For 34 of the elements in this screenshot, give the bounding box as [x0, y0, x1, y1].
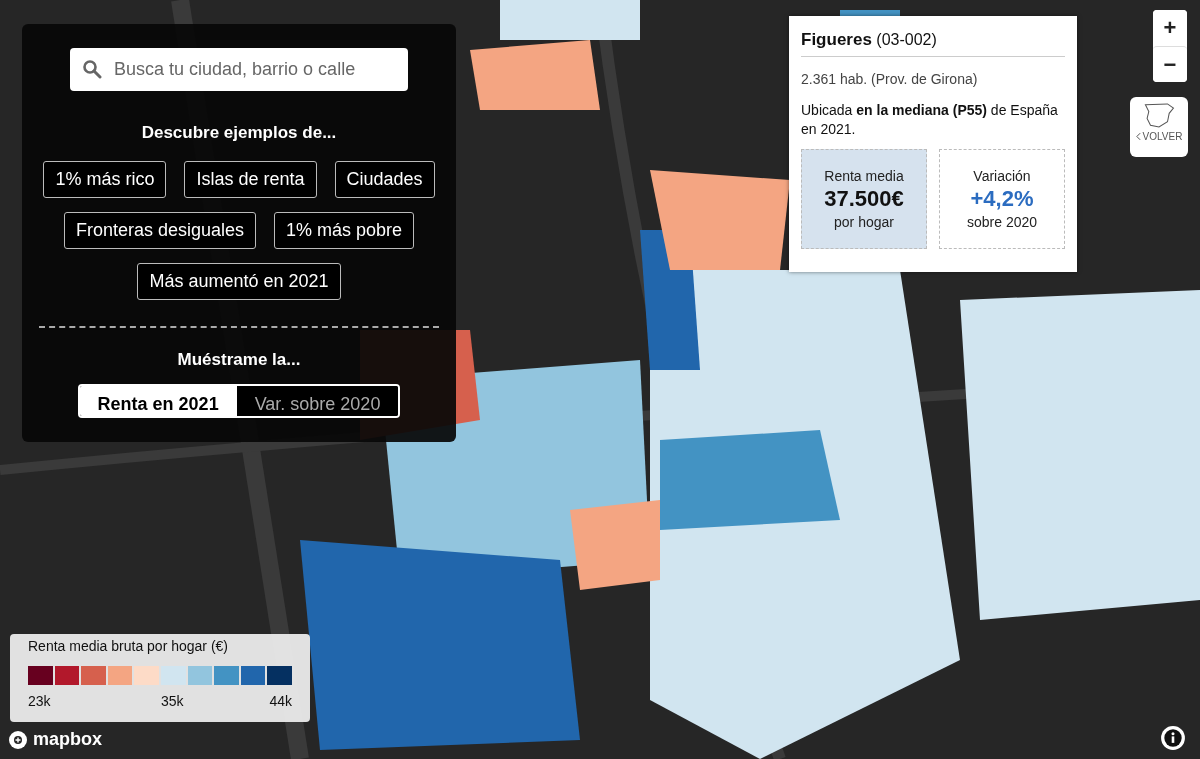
view-heading: Muéstrame la...: [177, 350, 301, 370]
logo-icon: [8, 729, 28, 750]
place-name: Figueres: [801, 30, 872, 49]
legend-tick: 35k: [161, 693, 184, 709]
logo-text: mapbox: [33, 729, 102, 750]
stat-value: +4,2%: [970, 185, 1034, 212]
legend-tick: 44k: [269, 693, 292, 709]
info-icon: [1160, 725, 1186, 751]
stat-value: 37.500€: [824, 185, 904, 212]
chevron-left-icon: [1135, 132, 1141, 141]
stat-note: por hogar: [834, 213, 894, 230]
stat-label: Renta media: [824, 167, 904, 184]
example-button[interactable]: Islas de renta: [184, 161, 317, 198]
example-button[interactable]: Más aumentó en 2021: [137, 263, 341, 300]
stat-note: sobre 2020: [966, 213, 1038, 230]
search-field[interactable]: Busca tu ciudad, barrio o calle: [70, 48, 408, 91]
stat-label: Variación: [973, 167, 1031, 184]
search-icon: [82, 59, 102, 79]
description-text: Ubicada en la mediana (P55) de España en 2021.: [801, 101, 1059, 139]
zoom-out-button[interactable]: −: [1153, 46, 1187, 82]
view-option[interactable]: Var. sobre 2020: [236, 386, 399, 416]
example-button[interactable]: Ciudades: [334, 161, 435, 198]
example-button[interactable]: Fronteras desiguales: [63, 212, 256, 249]
legend-tick: 23k: [28, 693, 51, 709]
legend-title: Renta media bruta por hogar (€): [28, 638, 229, 654]
info-button[interactable]: [1160, 725, 1186, 751]
back-button[interactable]: VOLVER: [1130, 97, 1188, 157]
view-option[interactable]: Renta en 2021: [79, 386, 237, 416]
population-text: 2.361 hab. (Prov. de Girona): [801, 71, 979, 87]
country-map-icon: [1142, 101, 1176, 129]
place-code: (03-002): [876, 31, 937, 48]
example-button[interactable]: 1% más rico: [43, 161, 167, 198]
example-button[interactable]: 1% más pobre: [274, 212, 415, 249]
examples-heading: Descubre ejemplos de...: [141, 123, 337, 143]
